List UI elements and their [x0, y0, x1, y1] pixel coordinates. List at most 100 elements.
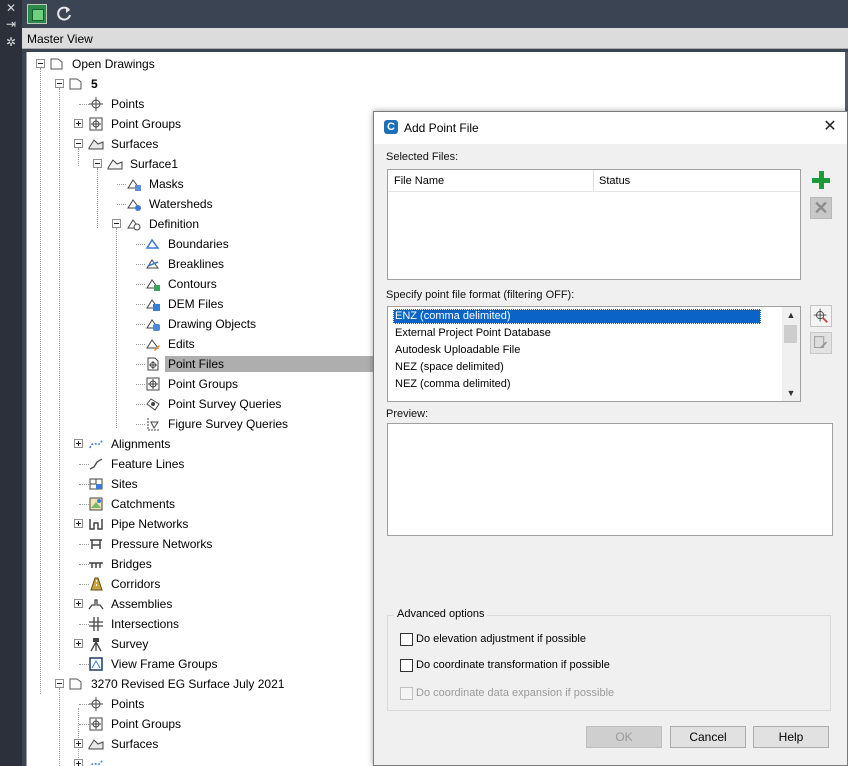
tree-catchments[interactable]: Catchments: [27, 494, 357, 514]
tree-drawing-5[interactable]: 5: [27, 74, 357, 94]
scroll-up-icon[interactable]: ▲: [785, 309, 797, 321]
refresh-icon[interactable]: [54, 4, 74, 24]
tree-sites[interactable]: Sites: [27, 474, 357, 494]
expand-icon[interactable]: [74, 119, 83, 128]
tree-view-frame-groups[interactable]: View Frame Groups: [27, 654, 357, 674]
tree-breaklines[interactable]: Breaklines: [27, 254, 357, 274]
master-view-header[interactable]: Master View: [22, 28, 848, 49]
ok-button[interactable]: OK: [586, 726, 662, 748]
checkbox-box[interactable]: [400, 633, 413, 646]
collapse-icon[interactable]: [36, 59, 45, 68]
scroll-thumb[interactable]: [784, 325, 797, 343]
checkbox-box: [400, 687, 413, 700]
points-icon: [88, 696, 104, 712]
tree-definition-point-groups[interactable]: Point Groups: [27, 374, 357, 394]
column-file-name[interactable]: File Name: [394, 175, 444, 187]
points-icon: [88, 96, 104, 112]
cancel-button[interactable]: Cancel: [670, 726, 746, 748]
add-file-button[interactable]: [810, 169, 832, 191]
intersections-icon: [88, 616, 104, 632]
expand-icon[interactable]: [74, 759, 83, 766]
manage-formats-button[interactable]: [810, 305, 832, 327]
format-item[interactable]: External Project Point Database: [393, 326, 761, 341]
selected-files-list[interactable]: File Name Status: [387, 169, 801, 280]
tree-boundaries[interactable]: Boundaries: [27, 234, 357, 254]
tree-drawing2-point-groups[interactable]: Point Groups: [27, 714, 357, 734]
collapse-icon[interactable]: [55, 679, 64, 688]
drawing-objects-icon: [145, 316, 161, 332]
point-groups-icon: [145, 376, 161, 392]
alignments-icon: [88, 436, 104, 452]
tree-intersections[interactable]: Intersections: [27, 614, 357, 634]
dialog-titlebar[interactable]: C Add Point File ✕: [374, 112, 847, 144]
tree-alignments[interactable]: Alignments: [27, 434, 357, 454]
tree-drawing2-points[interactable]: Points: [27, 694, 357, 714]
definition-icon: [126, 216, 142, 232]
format-list-scrollbar[interactable]: ▲ ▼: [782, 307, 800, 401]
surfaces-icon: [88, 736, 104, 752]
masks-icon: [126, 176, 142, 192]
help-button[interactable]: Help: [753, 726, 829, 748]
selected-files-label: Selected Files:: [386, 151, 459, 163]
close-icon[interactable]: ✕: [822, 119, 838, 135]
expand-icon[interactable]: [74, 639, 83, 648]
tree-contours[interactable]: Contours: [27, 274, 357, 294]
tree-drawing2-next[interactable]: [27, 754, 357, 766]
add-point-file-dialog: C Add Point File ✕ Selected Files: File …: [373, 111, 848, 766]
collapse-icon[interactable]: [112, 219, 121, 228]
autohide-icon[interactable]: ⇥: [5, 18, 17, 30]
tree-drawing-objects[interactable]: Drawing Objects: [27, 314, 357, 334]
close-icon[interactable]: ✕: [5, 2, 17, 14]
collapse-icon[interactable]: [74, 139, 83, 148]
checkbox-box[interactable]: [400, 659, 413, 672]
tree-point-survey-queries[interactable]: Point Survey Queries: [27, 394, 357, 414]
format-item[interactable]: NEZ (comma delimited): [393, 377, 761, 392]
expand-icon[interactable]: [74, 739, 83, 748]
watersheds-icon: [126, 196, 142, 212]
tree-surface1[interactable]: Surface1: [27, 154, 357, 174]
point-survey-queries-icon: [145, 396, 161, 412]
expand-icon[interactable]: [74, 599, 83, 608]
tree-figure-survey-queries[interactable]: Figure Survey Queries: [27, 414, 357, 434]
format-item[interactable]: Autodesk Uploadable File: [393, 343, 761, 358]
format-item[interactable]: NEZ (space delimited): [393, 360, 761, 375]
format-item[interactable]: ENZ (comma delimited): [393, 309, 761, 324]
tree-pipe-networks[interactable]: Pipe Networks: [27, 514, 357, 534]
tree-pressure-networks[interactable]: Pressure Networks: [27, 534, 357, 554]
tree-point-groups[interactable]: Point Groups: [27, 114, 357, 134]
tree-corridors[interactable]: Corridors: [27, 574, 357, 594]
tree-watersheds[interactable]: Watersheds: [27, 194, 357, 214]
tree-masks[interactable]: Masks: [27, 174, 357, 194]
point-file-format-label: Specify point file format (filtering OFF…: [386, 289, 575, 301]
assemblies-icon: [88, 596, 104, 612]
tree-drawing2-surfaces[interactable]: Surfaces: [27, 734, 357, 754]
point-file-format-list[interactable]: ENZ (comma delimited) External Project P…: [387, 306, 801, 402]
pipe-networks-icon: [88, 516, 104, 532]
collapse-icon[interactable]: [55, 79, 64, 88]
view-icon[interactable]: [27, 4, 47, 24]
tree-open-drawings[interactable]: Open Drawings: [27, 54, 357, 74]
tree-bridges[interactable]: Bridges: [27, 554, 357, 574]
tree-edits[interactable]: Edits: [27, 334, 357, 354]
tree-surfaces[interactable]: Surfaces: [27, 134, 357, 154]
collapse-icon[interactable]: [93, 159, 102, 168]
column-status[interactable]: Status: [599, 175, 630, 187]
tree-drawing-3270[interactable]: 3270 Revised EG Surface July 2021: [27, 674, 357, 694]
edit-format-button[interactable]: [810, 332, 832, 354]
tree-assemblies[interactable]: Assemblies: [27, 594, 357, 614]
tree-point-files[interactable]: Point Files: [27, 354, 375, 374]
remove-file-button[interactable]: ✕: [810, 197, 832, 219]
tree-survey[interactable]: Survey: [27, 634, 357, 654]
scroll-down-icon[interactable]: ▼: [785, 387, 797, 399]
expand-icon[interactable]: [74, 439, 83, 448]
tree-points[interactable]: Points: [27, 94, 357, 114]
elevation-adjustment-checkbox[interactable]: Do elevation adjustment if possible: [400, 632, 820, 648]
properties-icon[interactable]: ✲: [5, 36, 17, 48]
tree-dem-files[interactable]: DEM Files: [27, 294, 357, 314]
tree-feature-lines[interactable]: Feature Lines: [27, 454, 357, 474]
palette-side-strip: ✕ ⇥ ✲: [0, 0, 22, 766]
corridors-icon: [88, 576, 104, 592]
tree-definition[interactable]: Definition: [27, 214, 357, 234]
expand-icon[interactable]: [74, 519, 83, 528]
coordinate-transformation-checkbox[interactable]: Do coordinate transformation if possible: [400, 658, 820, 674]
